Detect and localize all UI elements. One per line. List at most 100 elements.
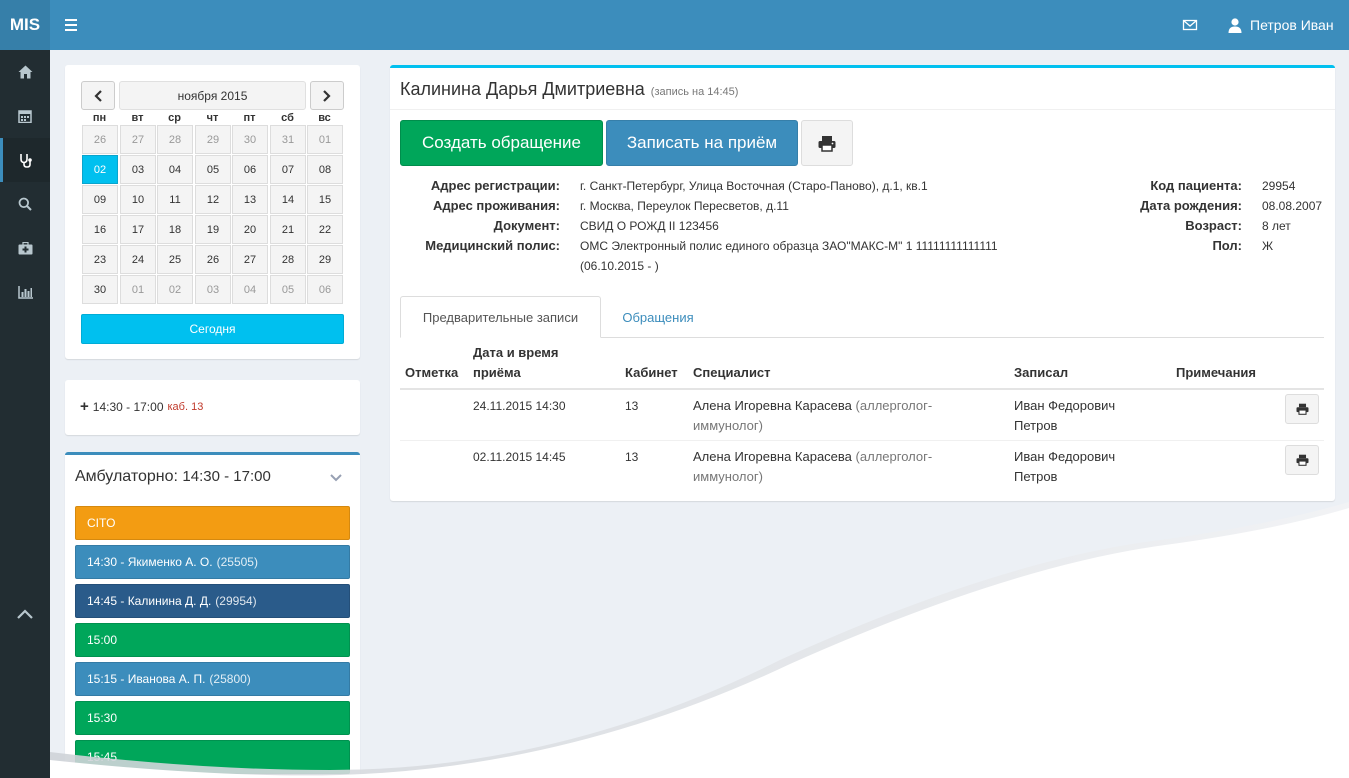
calendar-day[interactable]: 02	[82, 155, 118, 184]
info-value: ОМС Электронный полис единого образца ЗА…	[580, 239, 998, 253]
cell-datetime: 24.11.2015 14:30	[473, 399, 566, 413]
info-value: СВИД О РОЖД II 123456	[580, 219, 719, 233]
calendar-day[interactable]: 06	[232, 155, 268, 184]
col-datetime: Дата и время приёма	[473, 345, 559, 380]
sidebar	[0, 50, 50, 778]
info-value: г. Санкт-Петербург, Улица Восточная (Ста…	[580, 179, 928, 193]
row-print-button[interactable]	[1285, 445, 1319, 475]
cell-cabinet: 13	[625, 450, 639, 464]
ambulatory-title: Амбулаторно: 14:30 - 17:00	[75, 468, 271, 485]
calendar-day[interactable]: 04	[157, 155, 193, 184]
collapse-button[interactable]	[330, 470, 342, 485]
calendar-day[interactable]: 18	[157, 215, 193, 244]
row-print-button[interactable]	[1285, 394, 1319, 424]
calendar-day[interactable]: 10	[120, 185, 156, 214]
cell-specialist: Алена Игоревна Карасева (аллерголог-имму…	[693, 398, 933, 433]
sidebar-item-medkit[interactable]	[0, 226, 50, 270]
calendar-day[interactable]: 19	[195, 215, 231, 244]
calendar-day[interactable]: 29	[307, 245, 343, 274]
calendar-day[interactable]: 24	[120, 245, 156, 274]
calendar-day[interactable]: 28	[270, 245, 306, 274]
calendar-day[interactable]: 31	[270, 125, 306, 154]
sidebar-item-search[interactable]	[0, 182, 50, 226]
calendar-day[interactable]: 01	[307, 125, 343, 154]
cell-cabinet: 13	[625, 399, 639, 413]
col-notes: Примечания	[1176, 365, 1257, 380]
calendar-day[interactable]: 05	[195, 155, 231, 184]
calendar-day[interactable]: 21	[270, 215, 306, 244]
sidebar-toggle-button[interactable]	[60, 14, 82, 36]
today-button[interactable]: Сегодня	[81, 314, 344, 344]
sidebar-item-calendar[interactable]	[0, 94, 50, 138]
envelope-icon[interactable]	[1182, 17, 1198, 33]
calendar-day[interactable]: 26	[82, 125, 118, 154]
calendar-day[interactable]: 23	[82, 245, 118, 274]
cell-specialist: Алена Игоревна Карасева (аллерголог-имму…	[693, 449, 933, 484]
calendar-day[interactable]: 27	[120, 125, 156, 154]
sidebar-item-doctor[interactable]	[0, 138, 50, 182]
calendar-day[interactable]: 08	[307, 155, 343, 184]
next-month-button[interactable]	[310, 81, 344, 110]
calendar-day[interactable]: 15	[307, 185, 343, 214]
calendar-day[interactable]: 30	[232, 125, 268, 154]
calendar-day[interactable]: 07	[270, 155, 306, 184]
calendar-day[interactable]: 27	[232, 245, 268, 274]
calendar-day[interactable]: 26	[195, 245, 231, 274]
calendar-icon	[18, 110, 32, 123]
calendar-day[interactable]: 03	[195, 275, 231, 304]
chevron-left-icon	[94, 89, 102, 102]
calendar-day[interactable]: 25	[157, 245, 193, 274]
create-visit-button[interactable]: Создать обращение	[400, 120, 603, 166]
sidebar-item-home[interactable]	[0, 50, 50, 94]
calendar-month-label[interactable]: ноября 2015	[119, 81, 306, 110]
appointment-slot[interactable]: 15:30	[75, 701, 350, 735]
prev-month-button[interactable]	[81, 81, 115, 110]
calendar-day[interactable]: 30	[82, 275, 118, 304]
policy-period: (06.10.2015 - )	[580, 259, 659, 273]
calendar-day[interactable]: 16	[82, 215, 118, 244]
calendar-day[interactable]: 03	[120, 155, 156, 184]
print-button[interactable]	[801, 120, 853, 166]
weekday-label: пн	[92, 112, 107, 124]
calendar-day[interactable]: 06	[307, 275, 343, 304]
medkit-icon	[18, 241, 32, 254]
appointment-slot[interactable]: 14:45 - Калинина Д. Д. (29954)	[75, 584, 350, 618]
weekday-label: чт	[206, 112, 219, 124]
info-value: 8 лет	[1262, 219, 1291, 233]
shift-entry[interactable]: + 14:30 - 17:00 каб. 13	[80, 399, 203, 414]
col-recorded-by: Записал	[1014, 365, 1069, 380]
calendar-day[interactable]: 11	[157, 185, 193, 214]
scroll-up-button[interactable]	[0, 592, 50, 636]
calendar-day[interactable]: 20	[232, 215, 268, 244]
calendar-day[interactable]: 04	[232, 275, 268, 304]
calendar-day[interactable]: 14	[270, 185, 306, 214]
appointment-slot[interactable]: 15:15 - Иванова А. П. (25800)	[75, 662, 350, 696]
calendar-day[interactable]: 22	[307, 215, 343, 244]
tab-preliminary[interactable]: Предварительные записи	[400, 296, 601, 338]
home-icon	[18, 65, 32, 79]
calendar-day[interactable]: 05	[270, 275, 306, 304]
calendar-day[interactable]: 09	[82, 185, 118, 214]
calendar-day[interactable]: 12	[195, 185, 231, 214]
info-label: Адрес регистрации:	[430, 178, 560, 193]
calendar-day[interactable]: 13	[232, 185, 268, 214]
appointment-slot[interactable]: 15:00	[75, 623, 350, 657]
info-label: Документ:	[493, 218, 560, 233]
print-icon	[1296, 403, 1308, 415]
calendar-day[interactable]: 29	[195, 125, 231, 154]
appointment-slot[interactable]: 15:45	[75, 740, 350, 774]
app-logo[interactable]: MIS	[0, 0, 50, 50]
calendar-day[interactable]: 28	[157, 125, 193, 154]
sidebar-item-reports[interactable]	[0, 270, 50, 314]
stethoscope-icon	[20, 153, 32, 168]
user-menu[interactable]: Петров Иван	[1228, 15, 1334, 35]
calendar-day[interactable]: 02	[157, 275, 193, 304]
tab-visits[interactable]: Обращения	[606, 296, 710, 338]
calendar-day[interactable]: 01	[120, 275, 156, 304]
appointment-slot[interactable]: 14:30 - Якименко А. О. (25505)	[75, 545, 350, 579]
calendar-day[interactable]: 17	[120, 215, 156, 244]
user-name: Петров Иван	[1250, 17, 1334, 33]
appointment-slot[interactable]: CITO	[75, 506, 350, 540]
book-appointment-button[interactable]: Записать на приём	[606, 120, 798, 166]
info-label: Дата рождения:	[1140, 198, 1242, 213]
